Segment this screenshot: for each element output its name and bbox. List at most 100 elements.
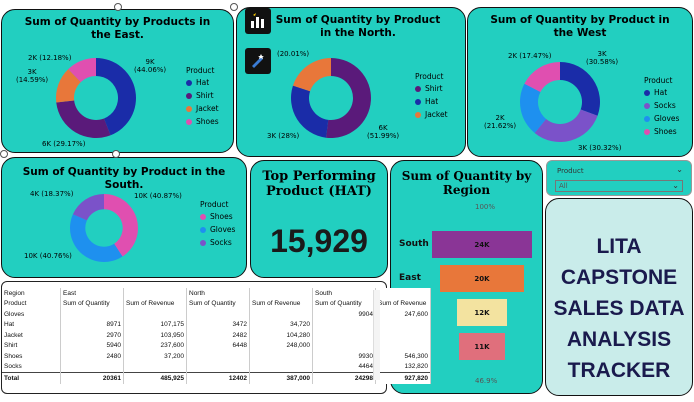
legend-label: Jacket xyxy=(196,104,219,113)
slicer-value: All xyxy=(559,182,568,190)
table-cell xyxy=(123,361,187,373)
funnel-bar-east[interactable]: 20K xyxy=(440,265,524,292)
legend-item-hat[interactable]: Hat xyxy=(186,78,219,87)
legend-item-hat[interactable]: Hat xyxy=(415,97,448,106)
east-products-card[interactable]: Sum of Quantity by Products in the East.… xyxy=(1,9,234,153)
product-slicer[interactable]: Product ⌄ All ⌄ xyxy=(546,160,692,196)
tracker-line-2: CAPSTONE xyxy=(560,266,678,289)
slice-jacket[interactable] xyxy=(292,58,331,92)
legend-dot-icon xyxy=(644,115,650,122)
east-label-shirt: 6K (29.17%) xyxy=(42,140,86,148)
legend-item-shoes[interactable]: Shoes xyxy=(200,212,235,221)
legend-item-gloves[interactable]: Gloves xyxy=(200,225,235,234)
legend-dot-icon xyxy=(415,111,421,118)
west-chart-title: Sum of Quantity by Product in the West xyxy=(490,14,670,39)
selection-handle[interactable] xyxy=(0,150,8,158)
table-cell xyxy=(312,340,376,351)
legend-label: Socks xyxy=(210,238,232,247)
table-cell xyxy=(375,319,431,330)
slice-socks[interactable] xyxy=(534,109,598,142)
table-cell: 2482 xyxy=(186,330,250,341)
table-cell xyxy=(249,351,313,362)
north-legend: Product Shirt Hat Jacket xyxy=(415,72,448,123)
table-cell xyxy=(60,309,124,320)
legend-item-socks[interactable]: Socks xyxy=(200,238,235,247)
table-cell: 9904 xyxy=(312,309,376,320)
legend-item-socks[interactable]: Socks xyxy=(644,101,679,110)
table-cell xyxy=(312,319,376,330)
table-header-row[interactable]: Product Sum of Quantity Sum of Revenue Sum … xyxy=(2,298,431,309)
table-cell: 485,925 xyxy=(123,372,187,384)
table-cell: 107,175 xyxy=(123,319,187,330)
slice-hat[interactable] xyxy=(291,85,329,138)
table-row[interactable]: Shoes 2480 37,200 9930 546,300 xyxy=(2,351,431,362)
slicer-label: Product xyxy=(557,167,584,175)
table-row[interactable]: Gloves 9904 247,600 xyxy=(2,309,431,320)
legend-item-shoes[interactable]: Shoes xyxy=(644,127,679,136)
table-cell: 387,000 xyxy=(249,372,313,384)
table-cell: 24298 xyxy=(312,372,376,384)
top-product-kpi-card[interactable]: Top Performing Product (HAT) 15,929 xyxy=(250,160,388,278)
table-row[interactable]: Shirt 5940 237,600 6448 248,000 xyxy=(2,340,431,351)
legend-dot-icon xyxy=(186,92,192,99)
east-legend: Product Hat Shirt Jacket Shoes xyxy=(186,66,219,130)
table-cell: 4464 xyxy=(312,361,376,373)
west-label-shoes: 2K (17.47%) xyxy=(508,52,552,60)
legend-label: Shirt xyxy=(196,91,214,100)
table-row[interactable]: Socks 4464 132,820 xyxy=(2,361,431,373)
south-donut-chart[interactable] xyxy=(68,192,140,264)
funnel-top-pct: 100% xyxy=(475,203,496,211)
south-products-card[interactable]: Sum of Quantity by Product in the South.… xyxy=(1,157,247,278)
east-donut-chart[interactable] xyxy=(54,56,138,140)
table-header-row[interactable]: Region East North South xyxy=(2,288,431,299)
table-cell: 34,720 xyxy=(249,319,313,330)
south-legend: Product Shoes Gloves Socks xyxy=(200,200,235,251)
table-cell: Gloves xyxy=(2,309,61,320)
funnel-bar-west[interactable]: 11K xyxy=(459,333,505,360)
slice-shirt[interactable] xyxy=(326,58,371,138)
table-row[interactable]: Hat 8971 107,175 3472 34,720 xyxy=(2,319,431,330)
north-donut-chart[interactable] xyxy=(289,56,373,140)
table-cell: 12402 xyxy=(186,372,250,384)
west-donut-chart[interactable] xyxy=(518,60,602,144)
sales-matrix-table[interactable]: Region East North South Product Sum of Quanti… xyxy=(2,288,431,384)
legend-item-shoes[interactable]: Shoes xyxy=(186,117,219,126)
funnel-title: Sum of Quantity by Region xyxy=(401,169,532,197)
legend-label: Shoes xyxy=(210,212,233,221)
legend-dot-icon xyxy=(186,105,192,112)
table-cell: North xyxy=(186,288,250,299)
slicer-collapse-icon[interactable]: ⌄ xyxy=(676,165,683,174)
table-cell xyxy=(186,361,250,373)
legend-label: Gloves xyxy=(210,225,236,234)
table-cell: 132,820 xyxy=(375,361,431,373)
table-cell xyxy=(375,330,431,341)
west-products-card[interactable]: Sum of Quantity by Product in the West 3… xyxy=(467,7,693,157)
chart-visual-icon[interactable] xyxy=(245,8,271,34)
filter-brush-icon[interactable] xyxy=(245,48,271,74)
table-total-row[interactable]: Total 20361 485,925 12402 387,000 24298 927,82… xyxy=(2,372,431,384)
legend-dot-icon xyxy=(186,118,192,125)
legend-item-shirt[interactable]: Shirt xyxy=(186,91,219,100)
selection-handle[interactable] xyxy=(114,3,122,11)
legend-item-jacket[interactable]: Jacket xyxy=(415,110,448,119)
legend-dot-icon xyxy=(644,128,650,135)
table-cell: Sum of Revenue xyxy=(375,298,431,309)
selection-handle[interactable] xyxy=(112,150,120,158)
tracker-line-3: SALES DATA xyxy=(553,297,685,320)
legend-item-gloves[interactable]: Gloves xyxy=(644,114,679,123)
slice-hat[interactable] xyxy=(560,62,600,116)
matrix-scrollbar[interactable] xyxy=(373,290,380,380)
slice-gloves[interactable] xyxy=(70,214,123,262)
legend-item-shirt[interactable]: Shirt xyxy=(415,84,448,93)
funnel-bar-south[interactable]: 24K xyxy=(432,231,532,258)
legend-item-hat[interactable]: Hat xyxy=(644,88,679,97)
slicer-dropdown[interactable]: All ⌄ xyxy=(555,180,683,192)
table-row[interactable]: Jacket 2970 103,950 2482 104,280 xyxy=(2,330,431,341)
funnel-bar-north[interactable]: 12K xyxy=(457,299,507,326)
north-label-shirt: 6K (51.99%) xyxy=(367,124,400,140)
table-cell: Sum of Quantity xyxy=(60,298,124,309)
tracker-line-1: LITA xyxy=(596,235,642,258)
slice-shirt[interactable] xyxy=(56,100,111,138)
selection-handle[interactable] xyxy=(230,3,238,11)
legend-item-jacket[interactable]: Jacket xyxy=(186,104,219,113)
